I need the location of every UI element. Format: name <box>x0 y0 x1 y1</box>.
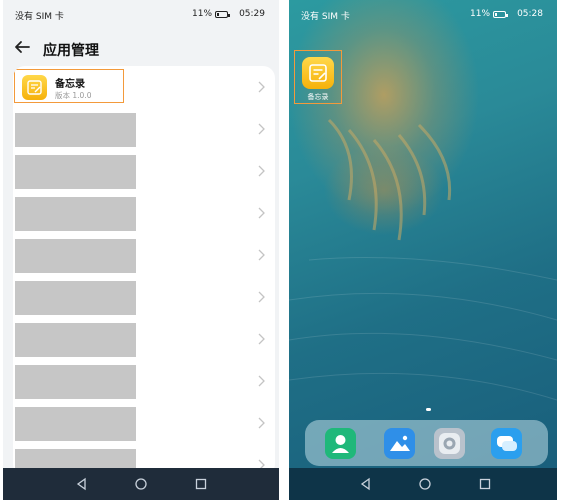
chevron-right-icon <box>258 291 265 303</box>
status-bar: 没有 SIM 卡 11% 05:29 <box>3 0 279 26</box>
list-item[interactable] <box>13 402 275 444</box>
messages-icon[interactable] <box>491 428 522 459</box>
gallery-icon[interactable] <box>384 428 415 459</box>
navigation-bar <box>289 468 557 500</box>
app-list: 备忘录 版本 1.0.0 <box>13 66 275 476</box>
highlight-box <box>14 69 124 103</box>
page-title: 应用管理 <box>43 43 99 59</box>
list-item[interactable] <box>13 360 275 402</box>
page-indicator <box>426 408 431 411</box>
chevron-right-icon <box>258 165 265 177</box>
list-item[interactable] <box>13 318 275 360</box>
back-triangle-icon[interactable] <box>75 477 89 491</box>
chevron-right-icon <box>258 249 265 261</box>
redacted-block <box>15 155 136 189</box>
list-item[interactable] <box>13 234 275 276</box>
redacted-block <box>15 365 136 399</box>
recents-square-icon[interactable] <box>478 477 492 491</box>
redacted-block <box>15 113 136 147</box>
chevron-right-icon <box>258 207 265 219</box>
back-triangle-icon[interactable] <box>359 477 373 491</box>
highlight-box <box>294 50 342 104</box>
dock <box>305 420 548 466</box>
redacted-block <box>15 281 136 315</box>
redacted-block <box>15 197 136 231</box>
status-right: 11% 05:28 <box>470 9 543 19</box>
carrier-text: 没有 SIM 卡 <box>301 12 350 22</box>
list-item[interactable] <box>13 108 275 150</box>
list-item-memo[interactable]: 备忘录 版本 1.0.0 <box>13 66 275 108</box>
title-bar: 应用管理 <box>3 34 279 62</box>
home-circle-icon[interactable] <box>418 477 432 491</box>
app-management-screen: 没有 SIM 卡 11% 05:29 应用管理 备忘录 版本 1.0.0 <box>3 0 279 500</box>
recents-square-icon[interactable] <box>194 477 208 491</box>
clock: 05:29 <box>239 9 265 19</box>
redacted-block <box>15 323 136 357</box>
chevron-right-icon <box>258 81 265 93</box>
chevron-right-icon <box>258 123 265 135</box>
carrier-text: 没有 SIM 卡 <box>15 12 64 22</box>
battery-icon <box>493 10 509 18</box>
status-right: 11% 05:29 <box>192 9 265 19</box>
home-circle-icon[interactable] <box>134 477 148 491</box>
battery-icon <box>215 10 231 18</box>
redacted-block <box>15 407 136 441</box>
list-item[interactable] <box>13 150 275 192</box>
clock: 05:28 <box>517 9 543 19</box>
list-item[interactable] <box>13 276 275 318</box>
redacted-block <box>15 239 136 273</box>
back-arrow-icon[interactable] <box>12 37 32 57</box>
status-bar: 没有 SIM 卡 11% 05:28 <box>289 0 557 26</box>
battery-percent: 11% <box>192 9 213 19</box>
battery-percent: 11% <box>470 9 491 19</box>
chevron-right-icon <box>258 375 265 387</box>
list-item[interactable] <box>13 192 275 234</box>
chevron-right-icon <box>258 417 265 429</box>
camera-icon[interactable] <box>434 428 465 459</box>
navigation-bar <box>3 468 279 500</box>
home-screen: 没有 SIM 卡 11% 05:28 备忘录 <box>289 0 557 500</box>
contacts-icon[interactable] <box>325 428 356 459</box>
chevron-right-icon <box>258 333 265 345</box>
